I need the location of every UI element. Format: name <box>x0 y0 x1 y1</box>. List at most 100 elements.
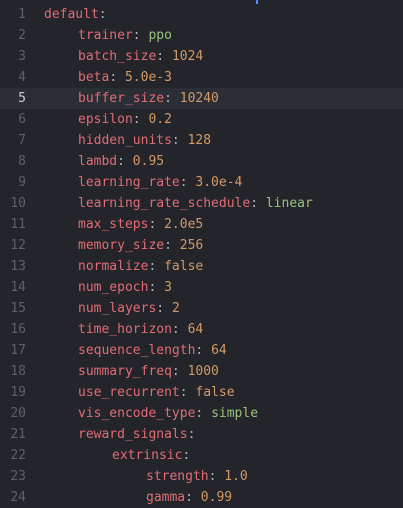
code-line[interactable]: 10 learning_rate_schedule: linear <box>0 193 403 214</box>
yaml-key: lambd <box>78 154 118 169</box>
yaml-key: default <box>44 7 99 22</box>
code-content: num_layers: 2 <box>78 298 180 319</box>
code-content: sequence_length: 64 <box>78 340 227 361</box>
yaml-value: 1000 <box>187 364 219 379</box>
code-line[interactable]: 14 num_epoch: 3 <box>0 277 403 298</box>
code-line[interactable]: 16 time_horizon: 64 <box>0 319 403 340</box>
line-number: 23 <box>10 469 26 484</box>
yaml-key: learning_rate_schedule <box>78 196 251 211</box>
line-number: 24 <box>10 490 26 505</box>
code-line[interactable]: 4 beta: 5.0e-3 <box>0 67 403 88</box>
yaml-colon: : <box>98 7 107 22</box>
code-line[interactable]: 7 hidden_units: 128 <box>0 130 403 151</box>
yaml-key: use_recurrent <box>78 385 180 400</box>
code-content: reward_signals: <box>78 424 195 445</box>
line-number: 3 <box>18 49 26 64</box>
yaml-value: 64 <box>187 322 204 337</box>
yaml-key: vis_encode_type <box>78 406 196 421</box>
code-line[interactable]: 23 strength: 1.0 <box>0 466 403 487</box>
code-line[interactable]: 13 normalize: false <box>0 256 403 277</box>
line-number: 9 <box>18 175 26 190</box>
yaml-key: gamma <box>146 490 186 505</box>
code-content: memory_size: 256 <box>78 235 203 256</box>
code-content: learning_rate: 3.0e-4 <box>78 172 242 193</box>
yaml-value: 3.0e-4 <box>195 175 243 190</box>
line-number: 6 <box>18 112 26 127</box>
yaml-key: beta <box>78 70 110 85</box>
line-number: 13 <box>10 259 26 274</box>
yaml-value: 2.0e5 <box>164 217 204 232</box>
yaml-colon: : <box>156 301 165 316</box>
yaml-value: 1024 <box>171 49 204 64</box>
line-number: 18 <box>10 364 26 379</box>
code-line[interactable]: 11 max_steps: 2.0e5 <box>0 214 403 235</box>
line-number: 16 <box>10 322 26 337</box>
yaml-value: 128 <box>187 133 212 148</box>
yaml-value: 64 <box>211 343 227 358</box>
yaml-colon: : <box>132 112 141 127</box>
code-line[interactable]: 19 use_recurrent: false <box>0 382 403 403</box>
yaml-key: trainer <box>78 28 133 43</box>
yaml-key: hidden_units <box>78 133 172 148</box>
code-content: summary_freq: 1000 <box>78 361 219 382</box>
code-content: normalize: false <box>78 256 203 277</box>
line-number: 1 <box>18 7 26 22</box>
yaml-value: false <box>164 259 204 274</box>
code-line[interactable]: 15 num_layers: 2 <box>0 298 403 319</box>
yaml-value: 0.95 <box>132 154 165 169</box>
line-number: 17 <box>10 343 26 358</box>
code-line[interactable]: 3 batch_size: 1024 <box>0 46 403 67</box>
code-line[interactable]: 5 buffer_size: 10240 <box>0 88 403 109</box>
yaml-colon: : <box>195 343 204 358</box>
yaml-colon: : <box>148 280 157 295</box>
code-content: vis_encode_type: simple <box>78 403 258 424</box>
yaml-value: simple <box>211 406 259 421</box>
code-line[interactable]: 21 reward_signals: <box>0 424 403 445</box>
yaml-key: buffer_size <box>78 91 165 106</box>
line-number: 20 <box>10 406 26 421</box>
yaml-colon: : <box>164 91 172 106</box>
yaml-key: extrinsic <box>112 448 183 463</box>
yaml-value: 0.99 <box>200 490 233 505</box>
code-line[interactable]: 1 default: <box>0 4 403 25</box>
code-content: time_horizon: 64 <box>78 319 203 340</box>
code-content: batch_size: 1024 <box>78 46 203 67</box>
code-editor[interactable]: 1 default: 2 trainer: ppo 3 batch_size: 1024 4… <box>0 0 403 508</box>
code-line[interactable]: 17 sequence_length: 64 <box>0 340 403 361</box>
line-number: 22 <box>10 448 26 463</box>
code-line[interactable]: 6 epsilon: 0.2 <box>0 109 403 130</box>
code-line[interactable]: 18 summary_freq: 1000 <box>0 361 403 382</box>
code-line[interactable]: 12 memory_size: 256 <box>0 235 403 256</box>
code-line[interactable]: 22 extrinsic: <box>0 445 403 466</box>
code-content: lambd: 0.95 <box>78 151 164 172</box>
code-line[interactable]: 24 gamma: 0.99 <box>0 487 403 508</box>
line-number: 5 <box>18 91 26 106</box>
code-content: learning_rate_schedule: linear <box>78 193 313 214</box>
yaml-key: num_epoch <box>78 280 149 295</box>
yaml-colon: : <box>171 133 180 148</box>
yaml-key: batch_size <box>78 49 157 64</box>
yaml-colon: : <box>179 175 188 190</box>
code-line[interactable]: 9 learning_rate: 3.0e-4 <box>0 172 403 193</box>
code-line[interactable]: 20 vis_encode_type: simple <box>0 403 403 424</box>
code-line[interactable]: 8 lambd: 0.95 <box>0 151 403 172</box>
yaml-key: max_steps <box>78 217 149 232</box>
yaml-colon: : <box>164 238 172 253</box>
code-line[interactable]: 2 trainer: ppo <box>0 25 403 46</box>
yaml-key: reward_signals <box>78 427 188 442</box>
code-content: hidden_units: 128 <box>78 130 211 151</box>
line-number: 8 <box>18 154 26 169</box>
yaml-colon: : <box>250 196 259 211</box>
yaml-colon: : <box>185 490 193 505</box>
code-content: max_steps: 2.0e5 <box>78 214 203 235</box>
line-number: 4 <box>18 70 26 85</box>
line-number: 14 <box>10 280 26 295</box>
yaml-value: 0.2 <box>148 112 172 127</box>
code-content: beta: 5.0e-3 <box>78 67 172 88</box>
yaml-key: time_horizon <box>78 322 172 337</box>
yaml-key: learning_rate <box>78 175 180 190</box>
code-content: strength: 1.0 <box>146 466 248 487</box>
line-number: 7 <box>18 133 26 148</box>
yaml-key: memory_size <box>78 238 165 253</box>
yaml-colon: : <box>195 406 204 421</box>
